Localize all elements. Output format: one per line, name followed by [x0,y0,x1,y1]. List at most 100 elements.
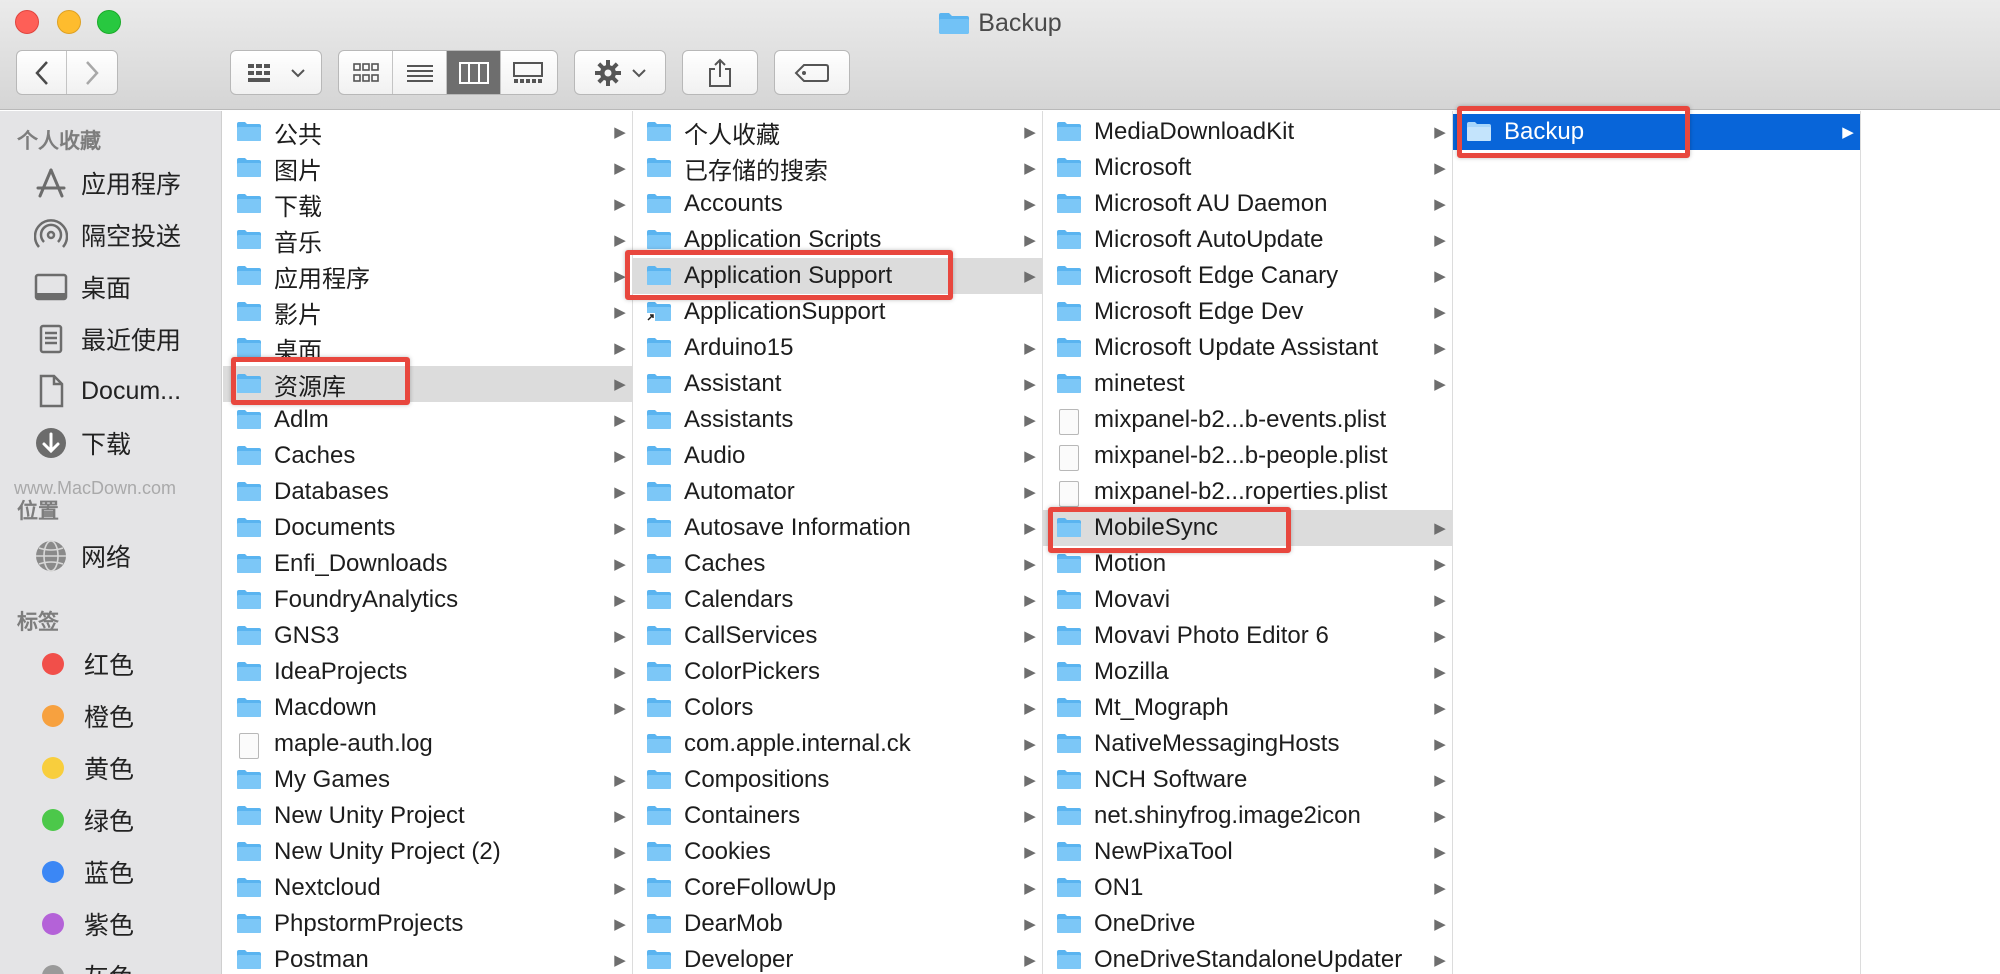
icon-view-button[interactable] [339,51,393,94]
share-button[interactable] [682,50,758,95]
folder-row[interactable]: 个人收藏 ▶ [633,114,1042,150]
folder-row[interactable]: Audio ▶ [633,438,1042,474]
folder-row[interactable]: ApplicationSupport [633,294,1042,330]
folder-row[interactable]: Developer ▶ [633,942,1042,974]
folder-row[interactable]: Adlm ▶ [223,402,632,438]
folder-icon [236,589,262,611]
back-button[interactable] [17,51,68,94]
folder-row[interactable]: net.shinyfrog.image2icon ▶ [1043,798,1452,834]
folder-row[interactable]: Application Scripts ▶ [633,222,1042,258]
sidebar-tag-yellow[interactable]: 黄色 [33,746,134,790]
folder-row[interactable]: Cookies ▶ [633,834,1042,870]
sidebar-tag-purple[interactable]: 紫色 [33,902,134,946]
folder-row[interactable]: New Unity Project ▶ [223,798,632,834]
folder-row[interactable]: Movavi ▶ [1043,582,1452,618]
sidebar-tag-red[interactable]: 红色 [33,642,134,686]
sidebar-tag-blue[interactable]: 蓝色 [33,850,134,894]
sidebar-tag-orange[interactable]: 橙色 [33,694,134,738]
folder-row[interactable]: 下载 ▶ [223,186,632,222]
column-view-button[interactable] [447,51,501,94]
folder-row[interactable]: 图片 ▶ [223,150,632,186]
folder-row[interactable]: Assistants ▶ [633,402,1042,438]
sidebar-item-desktop[interactable]: 桌面 [33,265,131,309]
gallery-view-button[interactable] [501,51,555,94]
folder-row[interactable]: 资源库 ▶ [223,366,632,402]
list-view-button[interactable] [393,51,447,94]
folder-row[interactable]: Databases ▶ [223,474,632,510]
sidebar-item-recents[interactable]: 最近使用 [33,317,181,361]
folder-row[interactable]: My Games ▶ [223,762,632,798]
folder-row[interactable]: GNS3 ▶ [223,618,632,654]
folder-row[interactable]: minetest ▶ [1043,366,1452,402]
folder-row[interactable]: Caches ▶ [223,438,632,474]
folder-row[interactable]: DearMob ▶ [633,906,1042,942]
folder-row[interactable]: CallServices ▶ [633,618,1042,654]
tags-button[interactable] [774,50,850,95]
folder-row[interactable]: Mt_Mograph ▶ [1043,690,1452,726]
folder-row[interactable]: Autosave Information ▶ [633,510,1042,546]
folder-row[interactable]: Microsoft ▶ [1043,150,1452,186]
folder-row[interactable]: FoundryAnalytics ▶ [223,582,632,618]
action-menu-button[interactable] [574,50,666,95]
sidebar-item-downloads[interactable]: 下载 [33,421,131,465]
sidebar-item-network[interactable]: 网络 [33,534,131,578]
folder-row[interactable]: Colors ▶ [633,690,1042,726]
folder-row[interactable]: OneDrive ▶ [1043,906,1452,942]
folder-row[interactable]: NCH Software ▶ [1043,762,1452,798]
folder-row[interactable]: OneDriveStandaloneUpdater ▶ [1043,942,1452,974]
folder-row[interactable]: NewPixaTool ▶ [1043,834,1452,870]
folder-row[interactable]: Documents ▶ [223,510,632,546]
sidebar-item-documents[interactable]: Docum... [33,369,181,413]
folder-row[interactable]: Movavi Photo Editor 6 ▶ [1043,618,1452,654]
folder-row[interactable]: Microsoft Edge Dev ▶ [1043,294,1452,330]
folder-row[interactable]: Calendars ▶ [633,582,1042,618]
folder-row[interactable]: IdeaProjects ▶ [223,654,632,690]
folder-row[interactable]: Containers ▶ [633,798,1042,834]
folder-row[interactable]: 公共 ▶ [223,114,632,150]
folder-row[interactable]: NativeMessagingHosts ▶ [1043,726,1452,762]
folder-row[interactable]: 影片 ▶ [223,294,632,330]
chevron-right-icon [86,60,99,85]
folder-row[interactable]: ON1 ▶ [1043,870,1452,906]
folder-row[interactable]: Application Support ▶ [633,258,1042,294]
folder-row[interactable]: ColorPickers ▶ [633,654,1042,690]
folder-row[interactable]: Mozilla ▶ [1043,654,1452,690]
sidebar-item-airdrop[interactable]: 隔空投送 [33,213,181,257]
folder-row[interactable]: Macdown ▶ [223,690,632,726]
folder-row[interactable]: Nextcloud ▶ [223,870,632,906]
folder-row[interactable]: Postman ▶ [223,942,632,974]
folder-row[interactable]: Microsoft Update Assistant ▶ [1043,330,1452,366]
folder-row[interactable]: PhpstormProjects ▶ [223,906,632,942]
folder-row[interactable]: MobileSync ▶ [1043,510,1452,546]
file-row[interactable]: mixpanel-b2...b-people.plist [1043,438,1452,474]
folder-row[interactable]: Microsoft Edge Canary ▶ [1043,258,1452,294]
folder-row[interactable]: CoreFollowUp ▶ [633,870,1042,906]
folder-row[interactable]: Accounts ▶ [633,186,1042,222]
folder-row[interactable]: com.apple.internal.ck ▶ [633,726,1042,762]
folder-row[interactable]: New Unity Project (2) ▶ [223,834,632,870]
folder-row[interactable]: Compositions ▶ [633,762,1042,798]
sidebar-item-applications[interactable]: 应用程序 [33,161,181,205]
folder-row[interactable]: Motion ▶ [1043,546,1452,582]
folder-row[interactable]: Backup ▶ [1453,114,1860,150]
item-name: ON1 [1094,874,1144,901]
folder-row[interactable]: Automator ▶ [633,474,1042,510]
folder-row[interactable]: Enfi_Downloads ▶ [223,546,632,582]
folder-row[interactable]: Arduino15 ▶ [633,330,1042,366]
folder-row[interactable]: 桌面 ▶ [223,330,632,366]
folder-row[interactable]: MediaDownloadKit ▶ [1043,114,1452,150]
folder-row[interactable]: Caches ▶ [633,546,1042,582]
folder-row[interactable]: 音乐 ▶ [223,222,632,258]
folder-row[interactable]: 应用程序 ▶ [223,258,632,294]
group-by-button[interactable] [230,50,322,95]
sidebar-tag-gray[interactable]: 灰色 [33,954,134,974]
file-row[interactable]: maple-auth.log [223,726,632,762]
folder-row[interactable]: Assistant ▶ [633,366,1042,402]
sidebar-tag-green[interactable]: 绿色 [33,798,134,842]
folder-row[interactable]: Microsoft AutoUpdate ▶ [1043,222,1452,258]
forward-button[interactable] [67,51,117,94]
file-row[interactable]: mixpanel-b2...roperties.plist [1043,474,1452,510]
file-row[interactable]: mixpanel-b2...b-events.plist [1043,402,1452,438]
folder-row[interactable]: Microsoft AU Daemon ▶ [1043,186,1452,222]
folder-row[interactable]: 已存储的搜索 ▶ [633,150,1042,186]
